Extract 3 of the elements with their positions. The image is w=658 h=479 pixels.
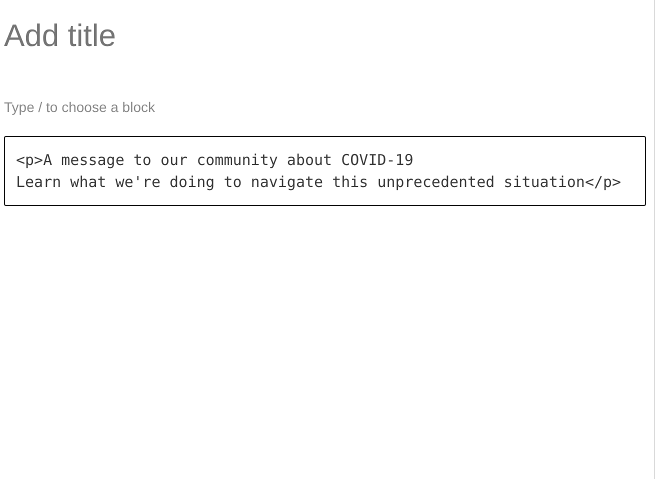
- title-field[interactable]: Add title: [4, 14, 604, 58]
- html-code-block[interactable]: <p>A message to our community about COVID-19 Learn what we're doing to navigate this unprecedented situation</p>: [4, 136, 646, 206]
- block-field[interactable]: Type / to choose a block: [4, 96, 304, 118]
